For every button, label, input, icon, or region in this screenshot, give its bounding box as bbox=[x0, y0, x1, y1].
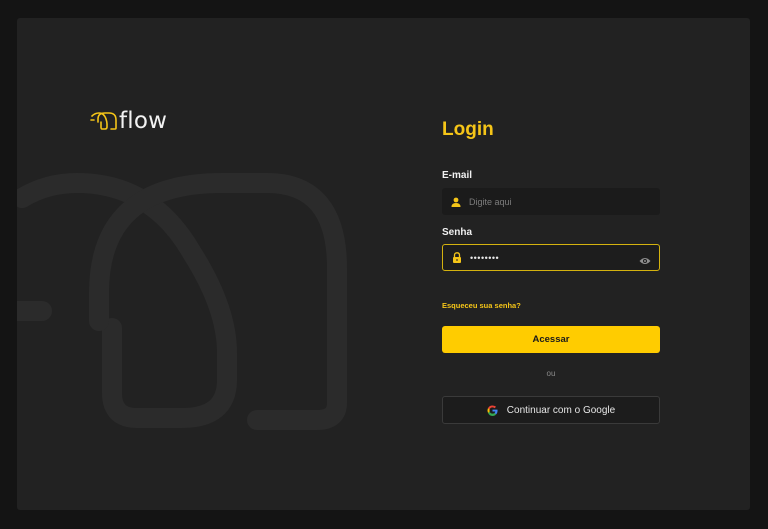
brand-logo: flow bbox=[90, 108, 168, 134]
google-login-button[interactable]: Continuar com o Google bbox=[442, 396, 660, 424]
password-field-wrapper bbox=[442, 244, 660, 271]
password-input[interactable] bbox=[470, 247, 630, 268]
eye-icon[interactable] bbox=[639, 253, 651, 264]
forgot-password-link[interactable]: Esqueceu sua senha? bbox=[442, 301, 521, 310]
password-label: Senha bbox=[442, 227, 473, 238]
user-icon bbox=[450, 196, 462, 208]
submit-button[interactable]: Acessar bbox=[442, 326, 660, 353]
email-field-wrapper bbox=[442, 188, 660, 215]
email-input[interactable] bbox=[469, 191, 629, 212]
divider-label: ou bbox=[546, 369, 556, 378]
page-title: Login bbox=[442, 119, 494, 140]
brand-name: flow bbox=[119, 108, 168, 134]
google-login-label: Continuar com o Google bbox=[506, 404, 616, 416]
google-icon bbox=[487, 404, 498, 416]
login-card: flow Login E-mail Senha Esqueceu sua sen… bbox=[17, 18, 750, 510]
flow-logo-icon bbox=[90, 112, 117, 130]
lock-icon bbox=[451, 252, 463, 264]
email-label: E-mail bbox=[442, 170, 473, 181]
